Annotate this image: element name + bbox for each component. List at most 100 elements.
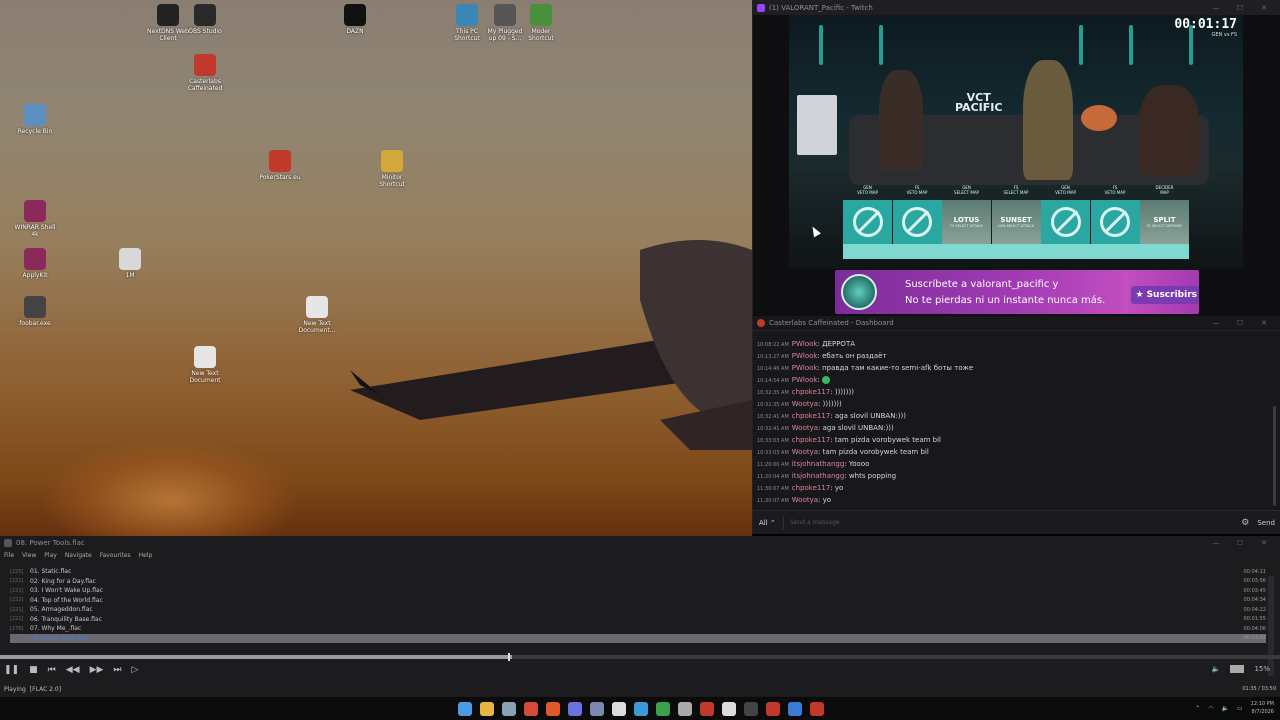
desktop-icon[interactable]: OBS Studio: [170, 4, 240, 35]
rewind-icon[interactable]: ◀◀: [66, 665, 80, 675]
chat-message[interactable]: 11:30:07 AM chpoke117: yo: [757, 482, 1265, 494]
twitch-red-icon[interactable]: [810, 702, 824, 716]
epic-icon[interactable]: [612, 702, 626, 716]
maximize-button[interactable]: ☐: [1228, 4, 1252, 12]
message-username[interactable]: PWlook: [792, 340, 818, 348]
chat-message[interactable]: 10:14:46 AM PWlook: правда там какие-то s…: [757, 362, 1265, 374]
playlist-track[interactable]: [221] 06. Tranquility Base.flac 00:01:55: [10, 615, 1266, 625]
menu-item[interactable]: View: [22, 552, 36, 559]
desktop-icon[interactable]: Casterlabs Caffeinated: [170, 54, 240, 92]
desktop-icon[interactable]: WINRAR Shell 4k: [0, 200, 70, 238]
desktop-icon[interactable]: ApplyKit: [0, 248, 70, 279]
steam-icon[interactable]: [678, 702, 692, 716]
next-icon[interactable]: ⏭: [113, 665, 121, 675]
playlist-track[interactable]: [221] 03. I Won't Wake Up.flac 00:03:45: [10, 586, 1266, 596]
chat-message[interactable]: 10:32:35 AM chpoke117: ))))))): [757, 386, 1265, 398]
wifi-icon[interactable]: ◠: [1208, 705, 1213, 712]
maximize-button[interactable]: ☐: [1228, 539, 1252, 547]
windows-start-icon[interactable]: [458, 702, 472, 716]
chevron-up-icon[interactable]: ⌃: [1195, 705, 1200, 712]
desktop-icon[interactable]: PokerStars.eu: [245, 150, 315, 181]
casterlabs-window[interactable]: Casterlabs Caffeinated - Dashboard — ☐ ✕…: [752, 316, 1280, 534]
close-button[interactable]: ✕: [1252, 319, 1276, 327]
chat-scrollbar[interactable]: [1273, 406, 1276, 506]
seek-bar[interactable]: [0, 653, 1280, 661]
playlist-track[interactable]: [276] 07. Why Me_.flac 00:04:06: [10, 624, 1266, 634]
taskbar-clock[interactable]: 12:10 PM 8/7/2026: [1251, 700, 1274, 716]
telegram-icon[interactable]: [634, 702, 648, 716]
stream-video[interactable]: VCT PACIFIC 00:01:17 GEN vs FS GEN VETO M…: [789, 15, 1243, 269]
forward-icon[interactable]: ▶▶: [90, 665, 104, 675]
menu-item[interactable]: Favourites: [100, 552, 131, 559]
close-button[interactable]: ✕: [1252, 539, 1276, 547]
brave-icon[interactable]: [546, 702, 560, 716]
message-username[interactable]: PWlook: [792, 352, 818, 360]
menu-item[interactable]: Play: [44, 552, 57, 559]
file-explorer-icon[interactable]: [480, 702, 494, 716]
desktop-icon[interactable]: Moder Shortcut: [506, 4, 576, 42]
subscribe-banner[interactable]: Suscríbete a valorant_pacific y No te pi…: [835, 270, 1199, 314]
chat-message[interactable]: 10:32:35 AM Wootya: ))))))): [757, 398, 1265, 410]
discord-icon[interactable]: [568, 702, 582, 716]
sound-icon[interactable]: 🔈: [1222, 705, 1229, 712]
chat-message[interactable]: 10:32:41 AM chpoke117: aga slovil UNBAN:)…: [757, 410, 1265, 422]
desktop-icon[interactable]: DAZN: [320, 4, 390, 35]
playlist-track[interactable]: [225] 01. Static.flac 00:04:11: [10, 567, 1266, 577]
minimize-button[interactable]: —: [1204, 4, 1228, 12]
chat-message-input[interactable]: Send a message: [783, 515, 1233, 530]
send-button[interactable]: Send: [1257, 519, 1275, 527]
twitch-titlebar[interactable]: (1) VALORANT_Pacific - Twitch — ☐ ✕: [753, 0, 1280, 15]
chat-message[interactable]: 10:33:03 AM Wootya: tam pizda vorobywek t…: [757, 446, 1265, 458]
seek-knob[interactable]: [508, 653, 510, 661]
playlist-track[interactable]: [221] 05. Armageddon.flac 00:04:22: [10, 605, 1266, 615]
message-username[interactable]: PWlook: [792, 376, 818, 384]
message-username[interactable]: chpoke117: [792, 436, 830, 444]
menu-item[interactable]: File: [4, 552, 14, 559]
playlist-track[interactable]: [221] 02. King for a Day.flac 00:03:56: [10, 577, 1266, 587]
stop-icon[interactable]: ■: [29, 665, 38, 675]
chat-message[interactable]: 11:30:07 AM Wootya: yo: [757, 494, 1265, 506]
previous-icon[interactable]: ⏮: [48, 665, 56, 675]
player-titlebar[interactable]: 08. Power Tools.flac — ☐ ✕: [0, 536, 1280, 549]
casterlabs-titlebar[interactable]: Casterlabs Caffeinated - Dashboard — ☐ ✕: [753, 316, 1280, 331]
desktop-icon[interactable]: 1M: [95, 248, 165, 279]
message-username[interactable]: chpoke117: [792, 388, 830, 396]
message-username[interactable]: itsjohnathangg: [792, 460, 845, 468]
gear-icon[interactable]: ⚙: [1241, 518, 1249, 528]
red-app-icon[interactable]: [766, 702, 780, 716]
desktop-icon[interactable]: foobar.exe: [0, 296, 70, 327]
pause-icon[interactable]: ❚❚: [4, 665, 19, 675]
app-icon[interactable]: [590, 702, 604, 716]
message-username[interactable]: PWlook: [792, 364, 818, 372]
desktop-icon[interactable]: Minitor Shortcut: [357, 150, 427, 188]
blue-app-icon[interactable]: [788, 702, 802, 716]
message-username[interactable]: Wootya: [792, 400, 818, 408]
volume-bar[interactable]: [1230, 665, 1245, 673]
chat-message[interactable]: 11:20:00 AM itsjohnathangg: Yoooo: [757, 458, 1265, 470]
message-username[interactable]: chpoke117: [792, 484, 830, 492]
message-username[interactable]: Wootya: [792, 496, 818, 504]
desktop-icon[interactable]: New Text Document...: [282, 296, 352, 334]
chat-message[interactable]: 10:13:27 AM PWlook: ебать он раздаёт: [757, 350, 1265, 362]
notepad-icon[interactable]: [722, 702, 736, 716]
chat-message[interactable]: 10:08:22 AM PWlook: ДЕРРОТА: [757, 338, 1265, 350]
settings-icon[interactable]: [502, 702, 516, 716]
desktop-icon[interactable]: Recycle Bin: [0, 104, 70, 135]
subscribe-button[interactable]: ★ Suscribirs: [1131, 286, 1199, 304]
chat-message[interactable]: 10:14:54 AM PWlook:: [757, 374, 1265, 386]
twitch-window[interactable]: (1) VALORANT_Pacific - Twitch — ☐ ✕ VCT …: [752, 0, 1280, 316]
chat-message[interactable]: 11:20:04 AM itsjohnathangg: whts popping: [757, 470, 1265, 482]
battery-icon[interactable]: ▭: [1237, 705, 1243, 712]
terminal-icon[interactable]: [744, 702, 758, 716]
play-next-icon[interactable]: ▷: [132, 665, 139, 675]
chat-message[interactable]: 10:33:03 AM chpoke117: tam pizda vorobywe…: [757, 434, 1265, 446]
music-player-window[interactable]: 08. Power Tools.flac — ☐ ✕ File View Play N…: [0, 536, 1280, 696]
close-button[interactable]: ✕: [1252, 4, 1276, 12]
minimize-button[interactable]: —: [1204, 319, 1228, 327]
menu-item[interactable]: Help: [139, 552, 153, 559]
chat-message-list[interactable]: 10:08:22 AM PWlook: ДЕРРОТА 10:13:27 AM PWl…: [753, 334, 1265, 526]
desktop-icon[interactable]: New Text Document: [170, 346, 240, 384]
playlist[interactable]: [225] 01. Static.flac 00:04:11 [221] 02. Kin…: [10, 567, 1266, 681]
playlist-track[interactable]: [227] 08. Power Tools.flac 00:03:59: [10, 633, 1266, 643]
playlist-scrollbar[interactable]: [1268, 576, 1274, 676]
